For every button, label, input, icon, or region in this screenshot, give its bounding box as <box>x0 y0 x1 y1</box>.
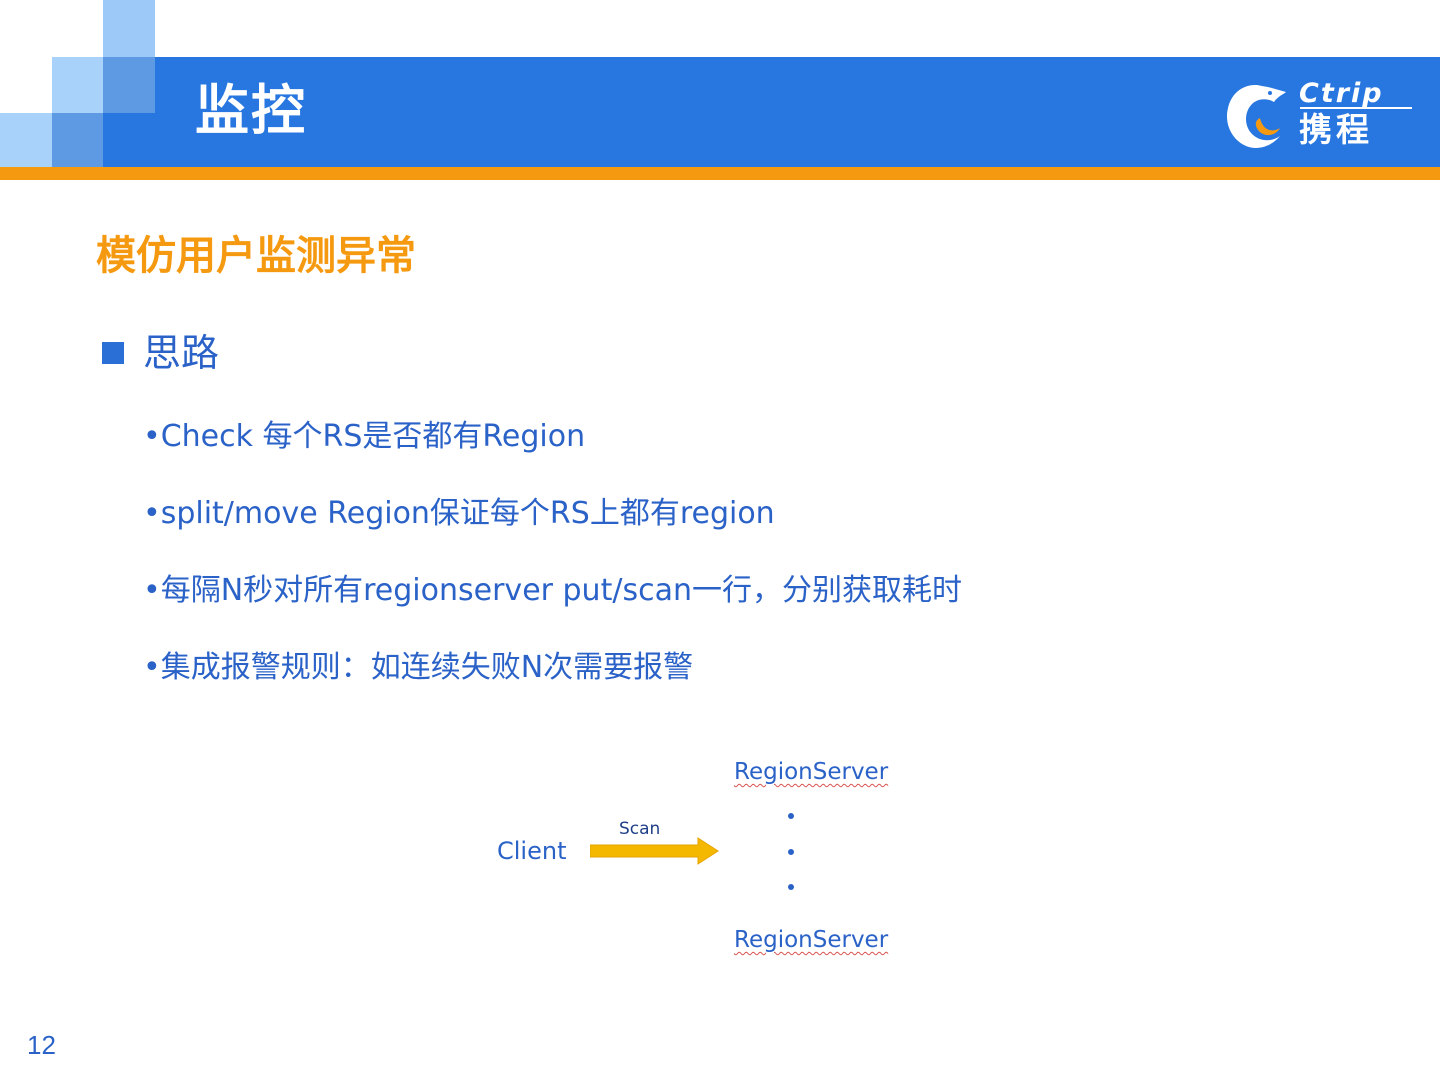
logo-wordmark: Ctrip <box>1299 78 1384 109</box>
scan-diagram: RegionServer Client Scan RegionServer <box>480 750 940 970</box>
decor-square <box>52 113 103 167</box>
ellipsis-dot <box>788 849 794 855</box>
section-heading: 思路 <box>143 331 220 375</box>
header-divider <box>0 167 1440 180</box>
decor-square <box>0 113 52 167</box>
subtitle: 模仿用户监测异常 <box>96 233 416 279</box>
slide-title: 监控 <box>195 79 307 142</box>
ellipsis-dot <box>788 884 794 890</box>
ellipsis-dot <box>788 813 794 819</box>
decor-square <box>52 57 103 113</box>
bullet-list: •Check 每个RS是否都有Region •split/move Region… <box>143 414 962 722</box>
dolphin-icon <box>1226 84 1286 148</box>
bullet-item: •Check 每个RS是否都有Region <box>143 419 586 454</box>
bullet-item: •split/move Region保证每个RS上都有region <box>143 496 775 531</box>
region-server-top: RegionServer <box>734 759 889 785</box>
bullet-item: •每隔N秒对所有regionserver put/scan一行，分别获取耗时 <box>143 573 962 608</box>
region-server-bottom: RegionServer <box>734 927 889 953</box>
square-bullet-icon <box>102 342 124 364</box>
arrow-right-icon <box>590 837 719 865</box>
decor-square <box>103 0 155 57</box>
page-number: 12 <box>27 1030 56 1060</box>
client-label: Client <box>497 837 567 865</box>
logo-chinese: 携程 <box>1299 110 1373 149</box>
ctrip-logo: Ctrip 携程 <box>1222 76 1422 152</box>
bullet-item: •集成报警规则：如连续失败N次需要报警 <box>143 650 694 685</box>
logo-rule <box>1300 107 1412 109</box>
